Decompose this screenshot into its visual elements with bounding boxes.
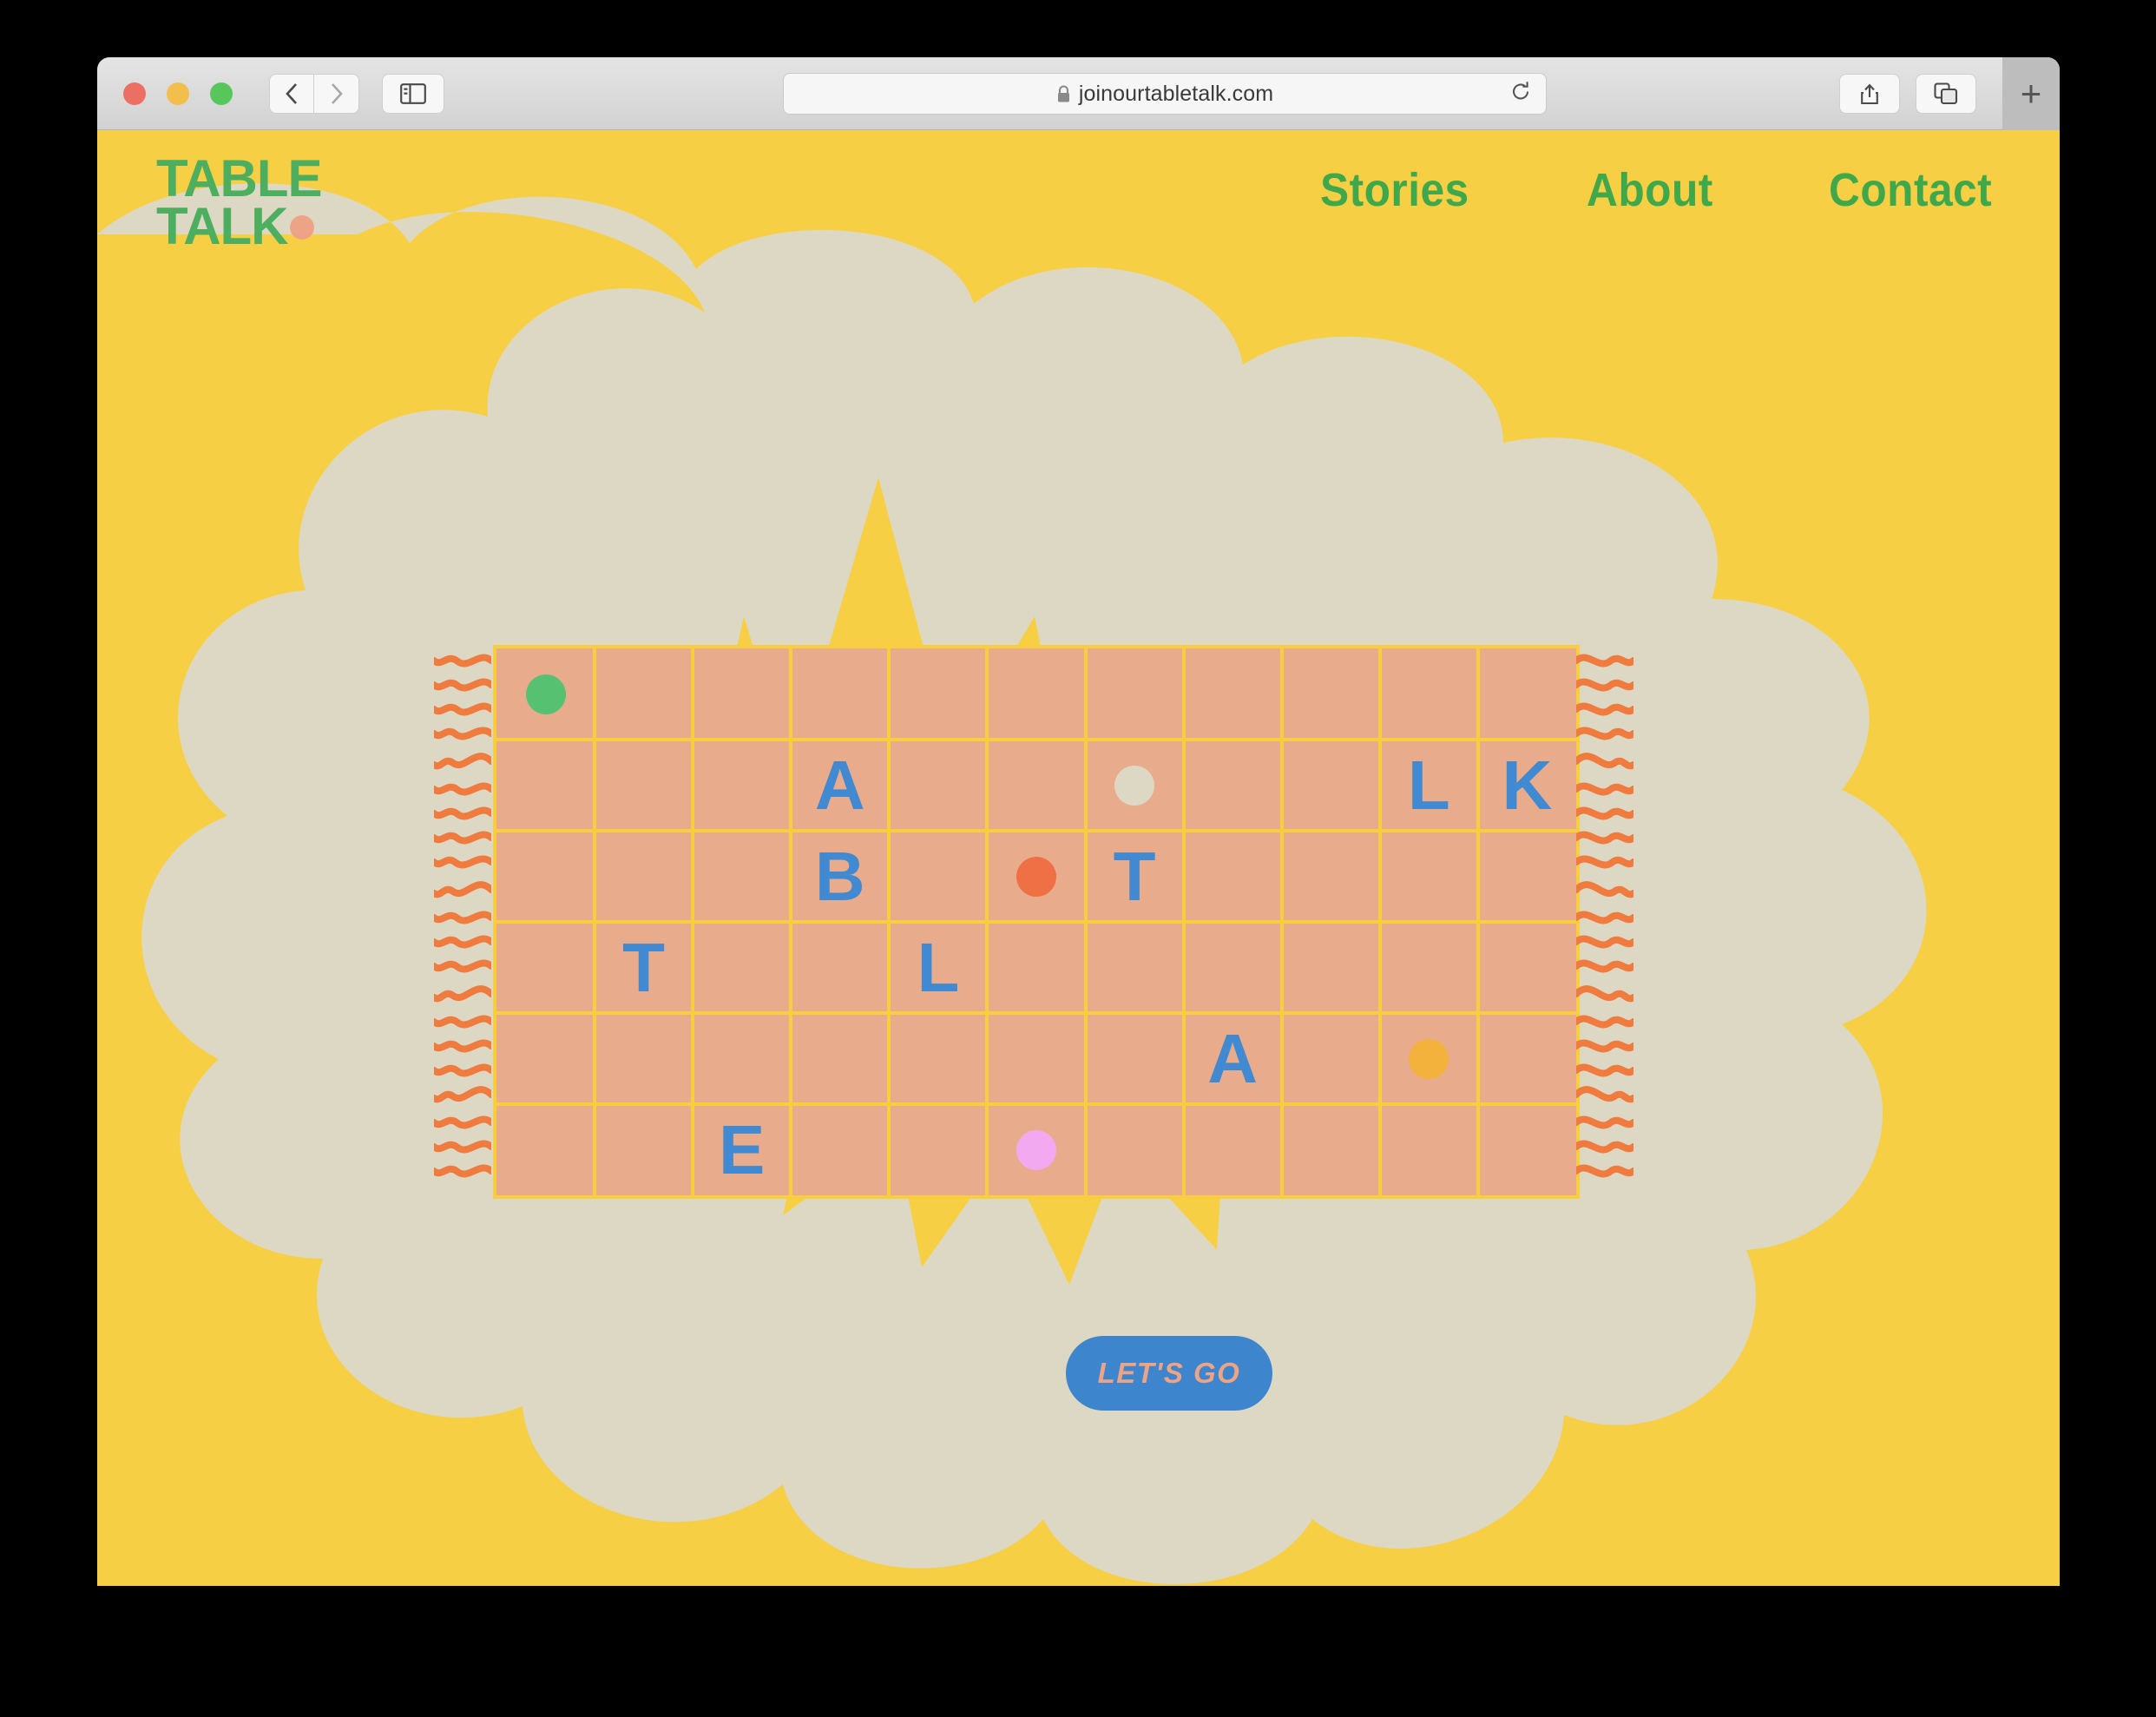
share-icon <box>1861 83 1878 105</box>
logo-line-2: TALK <box>156 201 322 253</box>
browser-toolbar: joinourtabletalk.com + <box>97 57 2060 130</box>
rug-letter-glyph: L <box>1407 746 1450 824</box>
rug-cell-letter[interactable]: A <box>791 740 889 831</box>
nav-link-about[interactable]: About <box>1587 163 1713 217</box>
reload-icon <box>1512 82 1529 100</box>
rug-dot-icon <box>1016 856 1056 897</box>
chevron-right-icon <box>331 82 343 104</box>
logo-dot-icon <box>289 215 314 240</box>
rug-letter-glyph: B <box>814 837 865 915</box>
lets-go-button[interactable]: LET'S GO <box>1066 1336 1272 1411</box>
maximize-window-button[interactable] <box>210 82 233 105</box>
rug-letter-glyph: L <box>917 928 960 1006</box>
rug-cell-letter[interactable]: L <box>889 922 987 1013</box>
window-controls <box>123 82 233 105</box>
rug-fringe-right <box>1576 654 1633 1178</box>
main-navigation: Stories About Contact <box>1320 163 2006 217</box>
logo-line-2-text: TALK <box>156 197 289 256</box>
forward-button[interactable] <box>314 73 359 114</box>
nav-link-stories[interactable]: Stories <box>1320 163 1469 217</box>
minimize-window-button[interactable] <box>167 82 189 105</box>
reload-button[interactable] <box>1509 81 1532 108</box>
rug-dot-icon <box>1016 1129 1056 1170</box>
rug-cell-letter[interactable]: E <box>693 1104 791 1195</box>
chevron-left-icon <box>286 82 297 104</box>
rug-cell-letter[interactable]: K <box>1478 740 1576 831</box>
tab-overview-button[interactable] <box>1916 74 1976 114</box>
rug: ALKBTTLAE <box>434 645 1633 1209</box>
new-tab-button[interactable]: + <box>2002 57 2060 130</box>
rug-cell-dot[interactable] <box>1380 1013 1478 1104</box>
rug-cell-letter[interactable]: B <box>791 831 889 922</box>
share-button[interactable] <box>1839 74 1900 114</box>
url-text: joinourtabletalk.com <box>1078 81 1274 106</box>
lock-icon <box>1057 84 1069 102</box>
address-bar[interactable]: joinourtabletalk.com <box>783 73 1547 115</box>
browser-window: joinourtabletalk.com + TABLE TALK Storie… <box>97 57 2060 1586</box>
rug-letter-glyph: T <box>622 928 666 1006</box>
tab-overview-icon <box>1934 82 1958 105</box>
rug-dot-icon <box>1409 1038 1449 1079</box>
nav-link-contact[interactable]: Contact <box>1829 163 1992 217</box>
back-button[interactable] <box>269 73 314 114</box>
toolbar-right-actions <box>1839 74 1976 114</box>
rug-letter-glyph: E <box>719 1110 766 1188</box>
rug-cell-letter[interactable]: T <box>595 922 693 1013</box>
rug-letter-glyph: K <box>1502 746 1553 824</box>
close-window-button[interactable] <box>123 82 146 105</box>
sidebar-icon <box>400 82 426 104</box>
page-content: TABLE TALK Stories About Contact A L K B… <box>97 130 2060 1586</box>
rug-cell-dot[interactable] <box>987 831 1085 922</box>
rug-cell-letter[interactable]: A <box>1184 1013 1282 1104</box>
rug-cell-letter[interactable]: T <box>1086 831 1184 922</box>
rug-cell-dot[interactable] <box>1086 740 1184 831</box>
logo-line-1: TABLE <box>156 149 323 207</box>
new-tab-label: + <box>2020 73 2042 114</box>
rug-dot-icon <box>525 674 566 714</box>
rug-fringe-left <box>434 654 491 1178</box>
rug-dot-icon <box>1114 765 1155 806</box>
navigation-buttons <box>269 73 359 114</box>
rug-cell-dot[interactable] <box>987 1104 1085 1195</box>
site-logo[interactable]: TABLE TALK <box>156 149 323 253</box>
sidebar-toggle-button[interactable] <box>382 73 444 114</box>
rug-letter-glyph: A <box>1207 1019 1259 1097</box>
rug-cell-dot[interactable] <box>496 648 595 740</box>
rug-letter-glyph: A <box>814 746 865 824</box>
rug-letter-glyph: T <box>1113 837 1156 915</box>
site-header: TABLE TALK Stories About Contact <box>97 130 2060 269</box>
rug-cell-letter[interactable]: L <box>1380 740 1478 831</box>
rug-body: ALKBTTLAE <box>493 645 1580 1199</box>
